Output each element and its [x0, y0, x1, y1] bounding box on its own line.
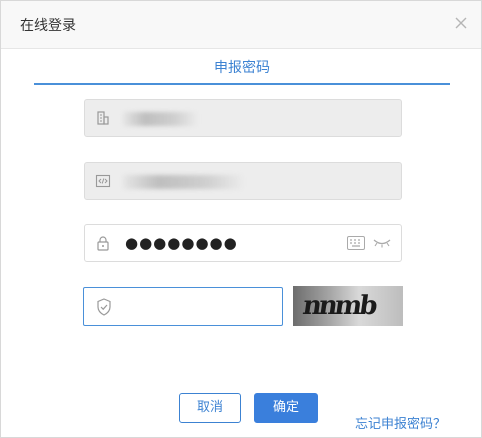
redacted-text [123, 112, 197, 126]
keyboard-icon[interactable] [347, 236, 365, 250]
forgot-password-link[interactable]: 忘记申报密码？ [355, 413, 446, 432]
login-dialog: 在线登录 申报密码 ●●●●●●●● nnmb 取消 确定 忘记申报密码？ [0, 0, 482, 438]
cancel-button[interactable]: 取消 [179, 393, 241, 423]
dialog-titlebar: 在线登录 [1, 1, 481, 49]
shield-check-icon [96, 298, 112, 316]
tab-declaration-password[interactable]: 申报密码 [214, 58, 270, 78]
building-icon [95, 110, 111, 126]
confirm-button[interactable]: 确定 [254, 393, 318, 423]
password-value: ●●●●●●●● [125, 234, 238, 252]
captcha-image-text: nnmb [300, 291, 377, 321]
eye-closed-icon[interactable] [373, 237, 391, 249]
captcha-input[interactable] [83, 287, 283, 326]
tab-bar: 申报密码 [34, 57, 450, 85]
code-field [84, 162, 402, 200]
close-icon[interactable] [453, 15, 469, 31]
redacted-text [123, 175, 243, 189]
code-icon [95, 173, 111, 189]
dialog-title: 在线登录 [20, 18, 76, 34]
password-field[interactable]: ●●●●●●●● [84, 224, 402, 262]
tax-id-field [84, 99, 402, 137]
lock-icon [95, 235, 111, 251]
captcha-image[interactable]: nnmb [293, 286, 403, 326]
